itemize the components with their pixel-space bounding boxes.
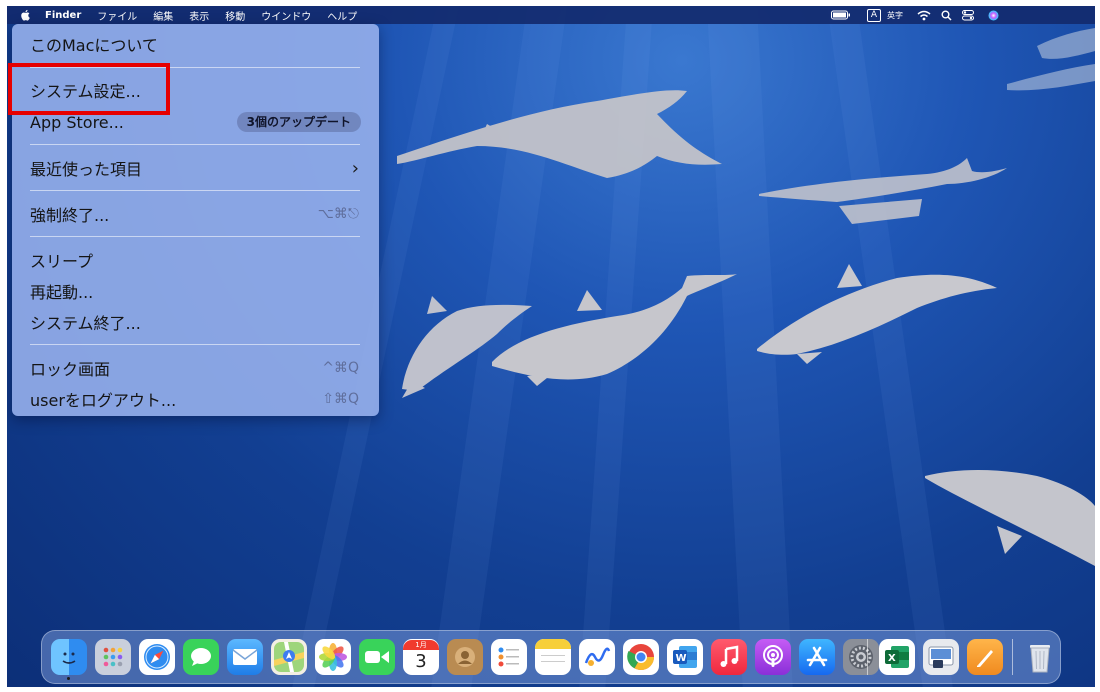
facetime-icon[interactable] <box>359 639 395 675</box>
status-area: A 英字 <box>821 6 999 24</box>
app-store-icon[interactable] <box>799 639 835 675</box>
menu-finder[interactable]: Finder <box>45 10 81 21</box>
messages-icon[interactable] <box>183 639 219 675</box>
preview-icon[interactable] <box>923 639 959 675</box>
menu-item-restart[interactable]: 再起動... <box>12 277 379 305</box>
calendar-month: 1月 <box>403 640 439 650</box>
menu-separator <box>30 190 360 191</box>
calendar-day: 3 <box>415 651 427 672</box>
keyboard-shortcut: ^⌘Q <box>322 360 359 376</box>
menu-item-label: 強制終了... <box>30 206 110 225</box>
dolphin-image <box>759 158 1007 224</box>
notes-header <box>535 639 571 649</box>
menu-window[interactable]: ウインドウ <box>261 8 311 23</box>
podcasts-icon[interactable] <box>755 639 791 675</box>
menu-item-about-this-mac[interactable]: このMacについて <box>12 30 379 58</box>
control-center-icon[interactable] <box>962 9 974 21</box>
menu-bar: Finder ファイル 編集 表示 移動 ウインドウ ヘルプ A 英字 <box>7 6 1095 24</box>
freeform-icon[interactable] <box>579 639 615 675</box>
photos-icon[interactable] <box>315 639 351 675</box>
menu-item-label: スリープ <box>30 252 94 271</box>
desktop: Finder ファイル 編集 表示 移動 ウインドウ ヘルプ A 英字 このMa… <box>7 6 1095 687</box>
menu-separator <box>30 344 360 345</box>
running-indicator <box>67 677 70 680</box>
trash-icon[interactable] <box>1022 639 1058 675</box>
input-mode-label: 英字 <box>887 10 903 20</box>
menu-item-label: 最近使った項目 <box>30 160 143 179</box>
menu-help[interactable]: ヘルプ <box>327 8 357 23</box>
battery-icon[interactable] <box>830 10 851 20</box>
system-settings-icon[interactable] <box>843 639 879 675</box>
music-icon[interactable] <box>711 639 747 675</box>
menu-item-lock-screen[interactable]: ロック画面 ^⌘Q <box>12 354 379 382</box>
finder-icon[interactable] <box>51 639 87 675</box>
menu-separator <box>30 144 360 145</box>
menu-view[interactable]: 表示 <box>189 8 209 23</box>
chrome-icon[interactable] <box>623 639 659 675</box>
mail-icon[interactable] <box>227 639 263 675</box>
word-icon[interactable]: W <box>667 639 703 675</box>
dolphin-image <box>397 90 722 178</box>
contacts-icon[interactable] <box>447 639 483 675</box>
chevron-right-icon: › <box>351 157 359 179</box>
highlight-box <box>8 63 170 115</box>
calendar-icon[interactable]: 1月 3 <box>403 639 439 675</box>
menu-item-sleep[interactable]: スリープ <box>12 246 379 274</box>
notes-icon[interactable] <box>535 639 571 675</box>
dock-divider <box>1012 639 1013 675</box>
pages-icon[interactable] <box>967 639 1003 675</box>
keyboard-shortcut: ⌥⌘⎋ <box>317 206 359 222</box>
menu-item-recent-items[interactable]: 最近使った項目 › <box>12 154 379 182</box>
menu-separator <box>30 236 360 237</box>
maps-icon[interactable] <box>271 639 307 675</box>
launchpad-icon[interactable] <box>95 639 131 675</box>
menu-item-label: システム終了... <box>30 314 141 333</box>
menu-go[interactable]: 移動 <box>225 8 245 23</box>
siri-icon[interactable] <box>988 10 999 21</box>
dolphin-image <box>492 274 737 386</box>
dolphin-image <box>925 470 1095 566</box>
excel-icon[interactable]: X <box>879 639 915 675</box>
menu-file[interactable]: ファイル <box>97 8 137 23</box>
apple-logo-icon[interactable] <box>19 9 31 21</box>
svg-text:X: X <box>888 653 896 664</box>
input-source-indicator[interactable]: A 英字 <box>866 8 903 22</box>
menu-item-label: ロック画面 <box>30 360 111 379</box>
safari-icon[interactable] <box>139 639 175 675</box>
menu-item-shutdown[interactable]: システム終了... <box>12 308 379 336</box>
menu-edit[interactable]: 編集 <box>153 8 173 23</box>
menu-item-label: このMacについて <box>30 36 158 55</box>
dolphin-image <box>757 264 997 364</box>
keyboard-shortcut: ⇧⌘Q <box>322 391 359 407</box>
reminders-icon[interactable] <box>491 639 527 675</box>
dolphin-image <box>1007 28 1095 91</box>
input-mode-letter: A <box>866 8 881 22</box>
dock: 1月 3 W X <box>41 630 1061 684</box>
menu-item-label: 再起動... <box>30 283 94 302</box>
wifi-icon[interactable] <box>917 10 931 21</box>
menu-item-label: App Store... <box>30 112 124 132</box>
menu-item-label: userをログアウト... <box>30 391 177 410</box>
menu-item-force-quit[interactable]: 強制終了... ⌥⌘⎋ <box>12 200 379 228</box>
svg-text:W: W <box>676 653 687 664</box>
menu-item-logout[interactable]: userをログアウト... ⇧⌘Q <box>12 385 379 413</box>
dock-divider <box>867 639 868 675</box>
update-count-badge: 3個のアップデート <box>236 112 361 132</box>
spotlight-search-icon[interactable] <box>941 10 952 21</box>
